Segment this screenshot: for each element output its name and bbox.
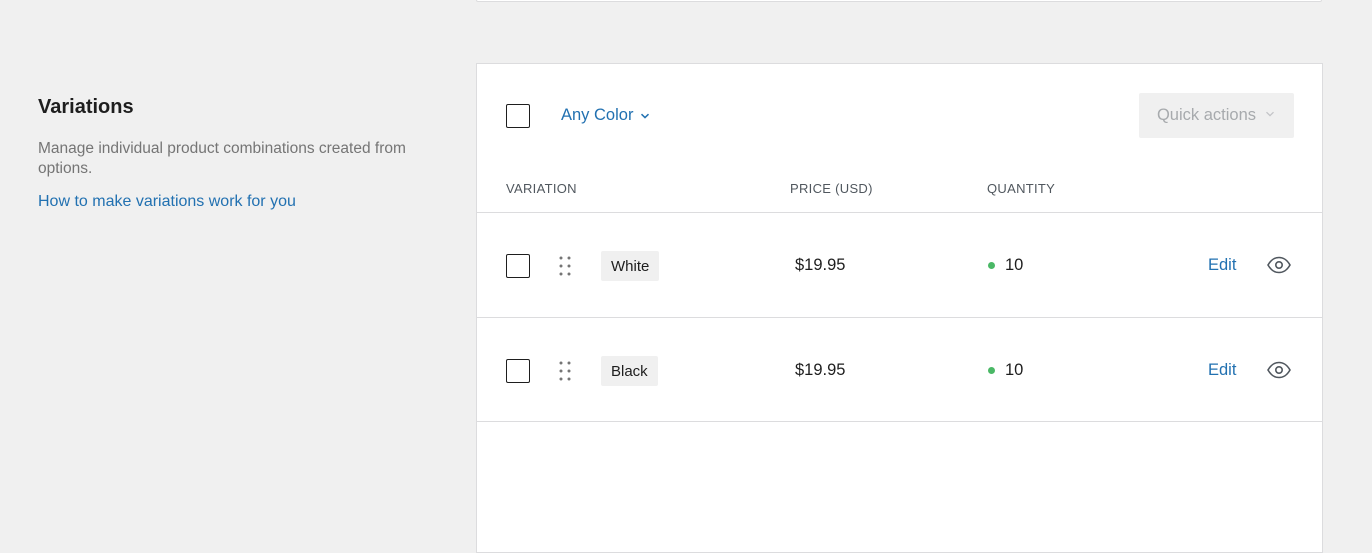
drag-handle-icon[interactable] bbox=[558, 360, 572, 382]
quick-actions-button[interactable]: Quick actions bbox=[1139, 93, 1294, 138]
eye-icon[interactable] bbox=[1266, 254, 1292, 276]
chevron-down-icon bbox=[1264, 106, 1276, 125]
variations-card: Any Color Quick actions VARIATION PRICE … bbox=[476, 63, 1323, 553]
help-link[interactable]: How to make variations work for you bbox=[38, 193, 296, 211]
variation-quantity: 10 bbox=[988, 361, 1023, 380]
variation-name-badge: Black bbox=[601, 356, 658, 386]
chevron-down-icon bbox=[639, 110, 651, 122]
row-checkbox[interactable] bbox=[506, 359, 530, 383]
column-header-variation: VARIATION bbox=[506, 181, 577, 196]
eye-icon[interactable] bbox=[1266, 359, 1292, 381]
edit-button[interactable]: Edit bbox=[1208, 256, 1236, 275]
previous-section-card bbox=[476, 0, 1322, 2]
table-row: Black $19.95 10 Edit bbox=[477, 317, 1322, 422]
quick-actions-label: Quick actions bbox=[1156, 106, 1257, 124]
section-description: Manage individual product combinations c… bbox=[38, 140, 406, 177]
variation-name-badge: White bbox=[601, 251, 660, 281]
variation-price: $19.95 bbox=[795, 361, 846, 379]
edit-button[interactable]: Edit bbox=[1208, 361, 1236, 380]
drag-handle-icon[interactable] bbox=[558, 255, 572, 277]
table-row: White $19.95 10 Edit bbox=[477, 212, 1322, 317]
variation-price: $19.95 bbox=[795, 256, 846, 274]
quantity-value: 10 bbox=[1005, 361, 1024, 379]
column-header-price: PRICE (USD) bbox=[790, 181, 873, 196]
stock-status-dot bbox=[988, 262, 995, 269]
quantity-value: 10 bbox=[1005, 256, 1024, 274]
row-checkbox[interactable] bbox=[506, 254, 530, 278]
section-title: Variations bbox=[38, 96, 134, 118]
color-filter-label: Any Color bbox=[561, 106, 634, 124]
stock-status-dot bbox=[988, 367, 995, 374]
select-all-checkbox[interactable] bbox=[506, 104, 530, 128]
column-header-quantity: QUANTITY bbox=[987, 181, 1056, 196]
variation-quantity: 10 bbox=[988, 256, 1023, 275]
color-filter-dropdown[interactable]: Any Color bbox=[561, 106, 651, 125]
